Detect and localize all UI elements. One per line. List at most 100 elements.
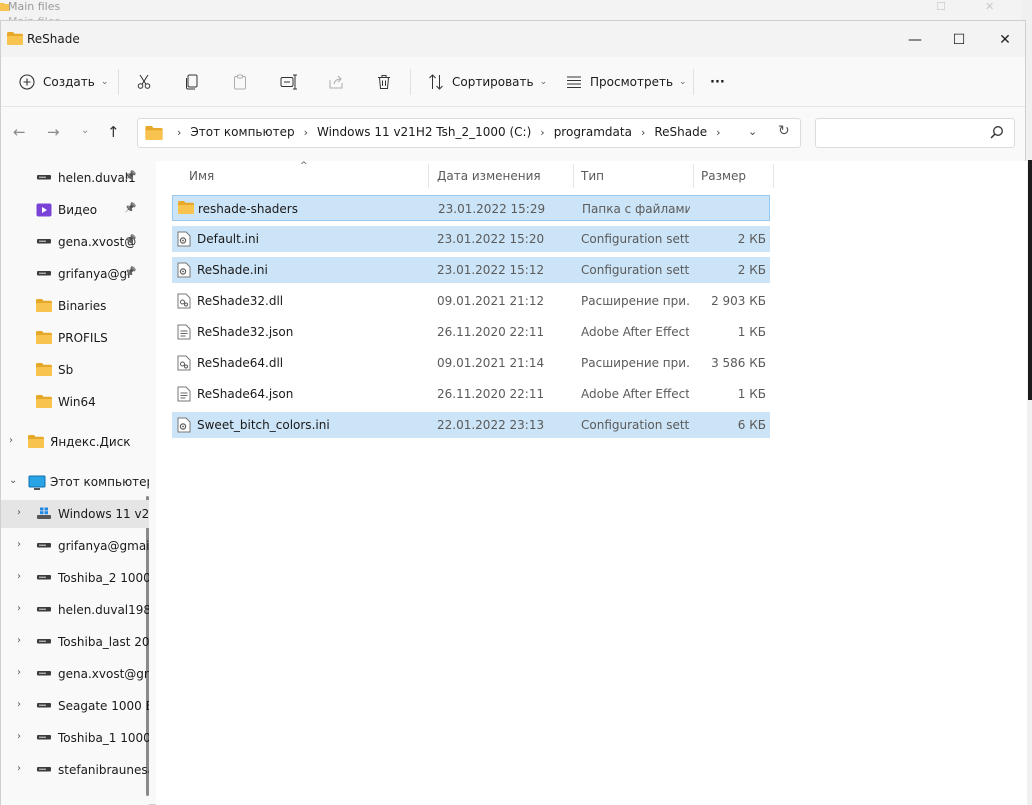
column-divider[interactable] xyxy=(773,164,774,188)
up-arrow-icon[interactable]: ↑ xyxy=(107,123,120,141)
chevron-right-icon[interactable]: › xyxy=(17,667,21,678)
file-name: ReShade32.dll xyxy=(197,294,284,308)
chevron-right-icon[interactable]: › xyxy=(17,699,21,710)
breadcrumb-item[interactable]: Этот компьютер xyxy=(190,125,294,139)
more-options-button[interactable]: ··· xyxy=(710,69,725,95)
chevron-right-icon[interactable]: › xyxy=(17,603,21,614)
chevron-right-icon[interactable]: › xyxy=(17,731,21,742)
file-type: Расширение при... xyxy=(581,356,689,370)
sidebar-item[interactable]: Sb xyxy=(1,356,149,384)
view-label: Просмотреть xyxy=(590,75,674,89)
file-row[interactable]: ReShade64.json 26.11.2020 22:11 Adobe Afte… xyxy=(172,381,770,407)
sidebar-item-label: Sb xyxy=(58,363,74,377)
column-divider[interactable] xyxy=(693,164,694,188)
chevron-right-icon[interactable]: › xyxy=(716,126,720,139)
toolbar-divider xyxy=(118,69,119,95)
column-divider[interactable] xyxy=(428,164,429,188)
file-date: 09.01.2021 21:14 xyxy=(437,356,545,370)
create-label: Создать xyxy=(43,75,95,89)
sidebar-item[interactable]: gena.xvost@ 📌 xyxy=(1,228,149,256)
chevron-right-icon[interactable]: › xyxy=(9,435,13,446)
pin-icon: 📌 xyxy=(124,267,137,278)
file-row[interactable]: ReShade.ini 23.01.2022 15:12 Configuration… xyxy=(172,257,770,283)
chevron-right-icon[interactable]: › xyxy=(641,126,645,139)
column-header-date[interactable]: Дата изменения xyxy=(437,161,541,191)
file-row[interactable]: reshade-shaders 23.01.2022 15:29 Папка с ф… xyxy=(172,195,770,221)
share-icon xyxy=(329,75,343,89)
refresh-icon[interactable]: ↻ xyxy=(778,123,790,139)
file-name: ReShade32.json xyxy=(197,325,294,339)
forward-arrow-icon[interactable]: → xyxy=(47,123,60,141)
column-divider[interactable] xyxy=(573,164,574,188)
minimize-button[interactable]: — xyxy=(892,27,938,53)
chevron-right-icon[interactable]: › xyxy=(304,126,308,139)
sidebar-item[interactable]: › Seagate 1000 B xyxy=(1,692,149,720)
close-button[interactable]: ✕ xyxy=(982,27,1028,53)
drive-icon xyxy=(36,571,52,586)
chevron-down-icon[interactable]: ⌄ xyxy=(9,475,17,486)
file-row[interactable]: ReShade64.dll 09.01.2021 21:14 Расширение … xyxy=(172,350,770,376)
chevron-right-icon[interactable]: › xyxy=(17,571,21,582)
title-bar[interactable]: ReShade — ☐ ✕ xyxy=(1,21,1025,57)
sidebar-item[interactable]: grifanya@gr 📌 xyxy=(1,260,149,288)
address-bar[interactable]: › Этот компьютер › Windows 11 v21H2 Tsh_… xyxy=(137,118,801,148)
search-box[interactable] xyxy=(815,118,1015,148)
column-header-size[interactable]: Размер xyxy=(701,161,746,191)
sort-label: Сортировать xyxy=(452,75,534,89)
sidebar-item[interactable]: helen.duval1 📌 xyxy=(1,164,149,192)
breadcrumb-item[interactable]: programdata xyxy=(554,125,632,139)
chevron-right-icon[interactable]: › xyxy=(17,539,21,550)
rename-button[interactable] xyxy=(280,69,298,95)
window-title: ReShade xyxy=(27,32,80,46)
column-header-type[interactable]: Тип xyxy=(581,161,604,191)
sidebar-item[interactable]: › Toshiba_2 1000 xyxy=(1,564,149,592)
sidebar-item[interactable]: Видео 📌 xyxy=(1,196,149,224)
sidebar-item[interactable]: › stefanibraunesa xyxy=(1,756,149,784)
copy-button[interactable] xyxy=(184,69,200,95)
file-size: 2 903 КБ xyxy=(711,294,766,308)
file-row[interactable]: Sweet_bitch_colors.ini 22.01.2022 23:13 Co… xyxy=(172,412,770,438)
file-row[interactable]: ReShade32.json 26.11.2020 22:11 Adobe Afte… xyxy=(172,319,770,345)
breadcrumb-item[interactable]: ReShade xyxy=(654,125,707,139)
sidebar-item[interactable]: Win64 xyxy=(1,388,149,416)
rename-icon xyxy=(280,74,297,90)
file-date: 23.01.2022 15:20 xyxy=(437,232,545,246)
file-row[interactable]: ReShade32.dll 09.01.2021 21:12 Расширение … xyxy=(172,288,770,314)
sidebar-item[interactable]: › Windows 11 v2 xyxy=(1,500,149,528)
chevron-right-icon[interactable]: › xyxy=(540,126,544,139)
folder-icon xyxy=(145,126,163,140)
sidebar-item[interactable]: › Toshiba_1 1000 xyxy=(1,724,149,752)
chevron-right-icon[interactable]: › xyxy=(17,507,21,518)
sidebar-item[interactable]: Binaries xyxy=(1,292,149,320)
cut-button[interactable] xyxy=(136,69,152,95)
create-button[interactable]: Создать ⌄ xyxy=(19,69,108,95)
toolbar-divider xyxy=(410,69,411,95)
chevron-down-icon[interactable]: ⌄ xyxy=(748,125,757,138)
chevron-right-icon[interactable]: › xyxy=(177,126,181,139)
settings-file-icon xyxy=(177,417,191,436)
column-header-name[interactable]: Имя xyxy=(189,161,214,191)
sidebar-item[interactable]: › helen.duval198 xyxy=(1,596,149,624)
sidebar-item[interactable]: › grifanya@gmai xyxy=(1,532,149,560)
maximize-button[interactable]: ☐ xyxy=(936,27,982,53)
breadcrumb-item[interactable]: Windows 11 v21H2 Tsh_2_1000 (C:) xyxy=(317,125,531,139)
sidebar-item[interactable]: › gena.xvost@gr xyxy=(1,660,149,688)
sidebar-item[interactable]: PROFILS xyxy=(1,324,149,352)
search-icon[interactable] xyxy=(990,125,1004,139)
delete-button[interactable] xyxy=(376,69,392,95)
back-arrow-icon[interactable]: ← xyxy=(13,123,26,141)
chevron-down-icon: ⌄ xyxy=(539,77,548,87)
recent-locations-chevron-icon[interactable]: ⌄ xyxy=(81,125,89,136)
chevron-right-icon[interactable]: › xyxy=(17,635,21,646)
sidebar-item[interactable]: › Яндекс.Диск xyxy=(1,428,149,456)
share-button[interactable] xyxy=(328,69,344,95)
view-button[interactable]: Просмотреть ⌄ xyxy=(566,69,687,95)
sidebar-item[interactable]: › Toshiba_last 20 xyxy=(1,628,149,656)
sidebar-item[interactable]: ⌄ Этот компьютер xyxy=(1,468,149,496)
chevron-right-icon[interactable]: › xyxy=(17,763,21,774)
folder-icon xyxy=(178,201,194,217)
search-input[interactable] xyxy=(824,119,984,145)
file-row[interactable]: Default.ini 23.01.2022 15:20 Configuration… xyxy=(172,226,770,252)
paste-button[interactable] xyxy=(232,69,248,95)
sort-button[interactable]: Сортировать ⌄ xyxy=(428,69,547,95)
